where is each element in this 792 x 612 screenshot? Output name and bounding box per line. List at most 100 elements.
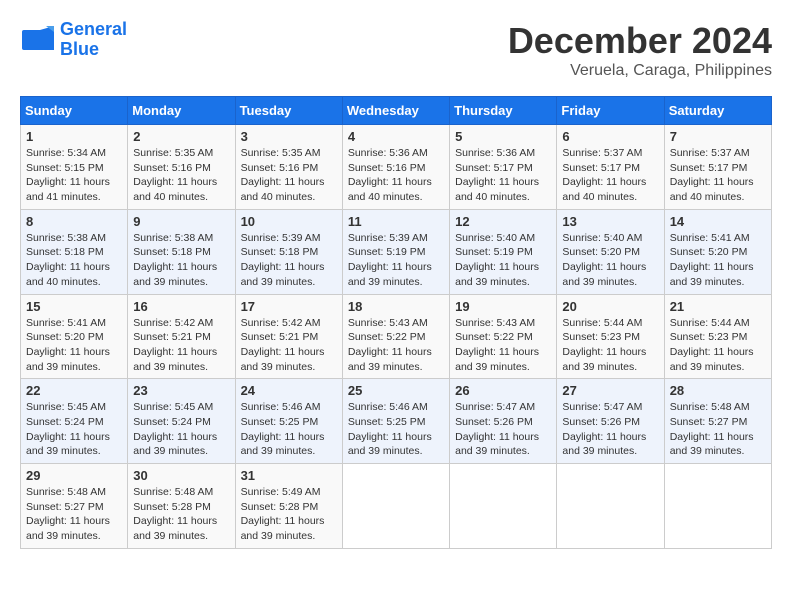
header-friday: Friday bbox=[557, 97, 664, 125]
table-row: 17 Sunrise: 5:42 AMSunset: 5:21 PMDayligh… bbox=[235, 294, 342, 379]
day-info: Sunrise: 5:36 AMSunset: 5:17 PMDaylight:… bbox=[455, 146, 551, 205]
header-thursday: Thursday bbox=[450, 97, 557, 125]
table-row: 31 Sunrise: 5:49 AMSunset: 5:28 PMDayligh… bbox=[235, 464, 342, 549]
table-row: 4 Sunrise: 5:36 AMSunset: 5:16 PMDaylight… bbox=[342, 125, 449, 210]
page-header: General Blue December 2024 Veruela, Cara… bbox=[20, 20, 772, 80]
day-info: Sunrise: 5:42 AMSunset: 5:21 PMDaylight:… bbox=[241, 316, 337, 375]
day-info: Sunrise: 5:41 AMSunset: 5:20 PMDaylight:… bbox=[26, 316, 122, 375]
logo-icon bbox=[20, 22, 56, 58]
day-number: 20 bbox=[562, 299, 658, 314]
day-number: 24 bbox=[241, 383, 337, 398]
day-number: 31 bbox=[241, 468, 337, 483]
table-row: 8Sunrise: 5:38 AMSunset: 5:18 PMDaylight… bbox=[21, 209, 128, 294]
day-info: Sunrise: 5:48 AMSunset: 5:27 PMDaylight:… bbox=[670, 400, 766, 459]
day-number: 4 bbox=[348, 129, 444, 144]
day-info: Sunrise: 5:35 AMSunset: 5:16 PMDaylight:… bbox=[133, 146, 229, 205]
calendar-week-row: 15 Sunrise: 5:41 AMSunset: 5:20 PMDayligh… bbox=[21, 294, 772, 379]
day-info: Sunrise: 5:36 AMSunset: 5:16 PMDaylight:… bbox=[348, 146, 444, 205]
table-row: 7 Sunrise: 5:37 AMSunset: 5:17 PMDaylight… bbox=[664, 125, 771, 210]
day-number: 18 bbox=[348, 299, 444, 314]
day-info: Sunrise: 5:40 AMSunset: 5:20 PMDaylight:… bbox=[562, 231, 658, 290]
day-number: 28 bbox=[670, 383, 766, 398]
logo-text-line1: General bbox=[60, 20, 127, 40]
table-row: 27Sunrise: 5:47 AMSunset: 5:26 PMDayligh… bbox=[557, 379, 664, 464]
day-info: Sunrise: 5:47 AMSunset: 5:26 PMDaylight:… bbox=[562, 400, 658, 459]
day-number: 10 bbox=[241, 214, 337, 229]
day-number: 22 bbox=[26, 383, 122, 398]
title-block: December 2024 Veruela, Caraga, Philippin… bbox=[508, 20, 772, 80]
day-number: 14 bbox=[670, 214, 766, 229]
calendar-table: Sunday Monday Tuesday Wednesday Thursday… bbox=[20, 96, 772, 549]
table-row: 14 Sunrise: 5:41 AMSunset: 5:20 PMDayligh… bbox=[664, 209, 771, 294]
table-row bbox=[557, 464, 664, 549]
calendar-week-row: 8Sunrise: 5:38 AMSunset: 5:18 PMDaylight… bbox=[21, 209, 772, 294]
day-info: Sunrise: 5:43 AMSunset: 5:22 PMDaylight:… bbox=[455, 316, 551, 375]
header-monday: Monday bbox=[128, 97, 235, 125]
table-row bbox=[450, 464, 557, 549]
day-info: Sunrise: 5:38 AMSunset: 5:18 PMDaylight:… bbox=[26, 231, 122, 290]
calendar-week-row: 29 Sunrise: 5:48 AMSunset: 5:27 PMDayligh… bbox=[21, 464, 772, 549]
day-info: Sunrise: 5:35 AMSunset: 5:16 PMDaylight:… bbox=[241, 146, 337, 205]
day-number: 26 bbox=[455, 383, 551, 398]
table-row: 13 Sunrise: 5:40 AMSunset: 5:20 PMDayligh… bbox=[557, 209, 664, 294]
table-row: 15 Sunrise: 5:41 AMSunset: 5:20 PMDayligh… bbox=[21, 294, 128, 379]
day-number: 15 bbox=[26, 299, 122, 314]
table-row: 12Sunrise: 5:40 AMSunset: 5:19 PMDayligh… bbox=[450, 209, 557, 294]
day-number: 17 bbox=[241, 299, 337, 314]
table-row: 21 Sunrise: 5:44 AMSunset: 5:23 PMDayligh… bbox=[664, 294, 771, 379]
table-row: 5 Sunrise: 5:36 AMSunset: 5:17 PMDaylight… bbox=[450, 125, 557, 210]
day-number: 7 bbox=[670, 129, 766, 144]
header-sunday: Sunday bbox=[21, 97, 128, 125]
day-info: Sunrise: 5:46 AMSunset: 5:25 PMDaylight:… bbox=[241, 400, 337, 459]
day-info: Sunrise: 5:47 AMSunset: 5:26 PMDaylight:… bbox=[455, 400, 551, 459]
table-row: 16 Sunrise: 5:42 AMSunset: 5:21 PMDayligh… bbox=[128, 294, 235, 379]
day-info: Sunrise: 5:45 AMSunset: 5:24 PMDaylight:… bbox=[26, 400, 122, 459]
table-row: 19Sunrise: 5:43 AMSunset: 5:22 PMDayligh… bbox=[450, 294, 557, 379]
calendar-week-row: 1Sunrise: 5:34 AMSunset: 5:15 PMDaylight… bbox=[21, 125, 772, 210]
day-number: 12 bbox=[455, 214, 551, 229]
day-info: Sunrise: 5:37 AMSunset: 5:17 PMDaylight:… bbox=[670, 146, 766, 205]
day-number: 16 bbox=[133, 299, 229, 314]
table-row bbox=[664, 464, 771, 549]
table-row: 22 Sunrise: 5:45 AMSunset: 5:24 PMDayligh… bbox=[21, 379, 128, 464]
table-row bbox=[342, 464, 449, 549]
day-info: Sunrise: 5:43 AMSunset: 5:22 PMDaylight:… bbox=[348, 316, 444, 375]
month-year-title: December 2024 bbox=[508, 20, 772, 62]
header-wednesday: Wednesday bbox=[342, 97, 449, 125]
table-row: 2 Sunrise: 5:35 AMSunset: 5:16 PMDaylight… bbox=[128, 125, 235, 210]
header-saturday: Saturday bbox=[664, 97, 771, 125]
day-info: Sunrise: 5:44 AMSunset: 5:23 PMDaylight:… bbox=[670, 316, 766, 375]
calendar-week-row: 22 Sunrise: 5:45 AMSunset: 5:24 PMDayligh… bbox=[21, 379, 772, 464]
day-number: 6 bbox=[562, 129, 658, 144]
calendar-header-row: Sunday Monday Tuesday Wednesday Thursday… bbox=[21, 97, 772, 125]
day-info: Sunrise: 5:41 AMSunset: 5:20 PMDaylight:… bbox=[670, 231, 766, 290]
day-number: 29 bbox=[26, 468, 122, 483]
day-info: Sunrise: 5:49 AMSunset: 5:28 PMDaylight:… bbox=[241, 485, 337, 544]
day-number: 9 bbox=[133, 214, 229, 229]
day-number: 2 bbox=[133, 129, 229, 144]
day-info: Sunrise: 5:42 AMSunset: 5:21 PMDaylight:… bbox=[133, 316, 229, 375]
logo-text-line2: Blue bbox=[60, 40, 127, 60]
day-number: 21 bbox=[670, 299, 766, 314]
table-row: 30Sunrise: 5:48 AMSunset: 5:28 PMDayligh… bbox=[128, 464, 235, 549]
table-row: 3Sunrise: 5:35 AMSunset: 5:16 PMDaylight… bbox=[235, 125, 342, 210]
day-info: Sunrise: 5:39 AMSunset: 5:19 PMDaylight:… bbox=[348, 231, 444, 290]
table-row: 11 Sunrise: 5:39 AMSunset: 5:19 PMDayligh… bbox=[342, 209, 449, 294]
day-number: 5 bbox=[455, 129, 551, 144]
table-row: 25Sunrise: 5:46 AMSunset: 5:25 PMDayligh… bbox=[342, 379, 449, 464]
table-row: 24 Sunrise: 5:46 AMSunset: 5:25 PMDayligh… bbox=[235, 379, 342, 464]
table-row: 28 Sunrise: 5:48 AMSunset: 5:27 PMDayligh… bbox=[664, 379, 771, 464]
day-info: Sunrise: 5:38 AMSunset: 5:18 PMDaylight:… bbox=[133, 231, 229, 290]
table-row: 9 Sunrise: 5:38 AMSunset: 5:18 PMDaylight… bbox=[128, 209, 235, 294]
day-info: Sunrise: 5:44 AMSunset: 5:23 PMDaylight:… bbox=[562, 316, 658, 375]
day-number: 25 bbox=[348, 383, 444, 398]
day-number: 13 bbox=[562, 214, 658, 229]
location-subtitle: Veruela, Caraga, Philippines bbox=[508, 62, 772, 80]
day-number: 1 bbox=[26, 129, 122, 144]
day-info: Sunrise: 5:48 AMSunset: 5:27 PMDaylight:… bbox=[26, 485, 122, 544]
day-number: 11 bbox=[348, 214, 444, 229]
day-number: 30 bbox=[133, 468, 229, 483]
logo: General Blue bbox=[20, 20, 127, 60]
table-row: 26 Sunrise: 5:47 AMSunset: 5:26 PMDayligh… bbox=[450, 379, 557, 464]
table-row: 29 Sunrise: 5:48 AMSunset: 5:27 PMDayligh… bbox=[21, 464, 128, 549]
